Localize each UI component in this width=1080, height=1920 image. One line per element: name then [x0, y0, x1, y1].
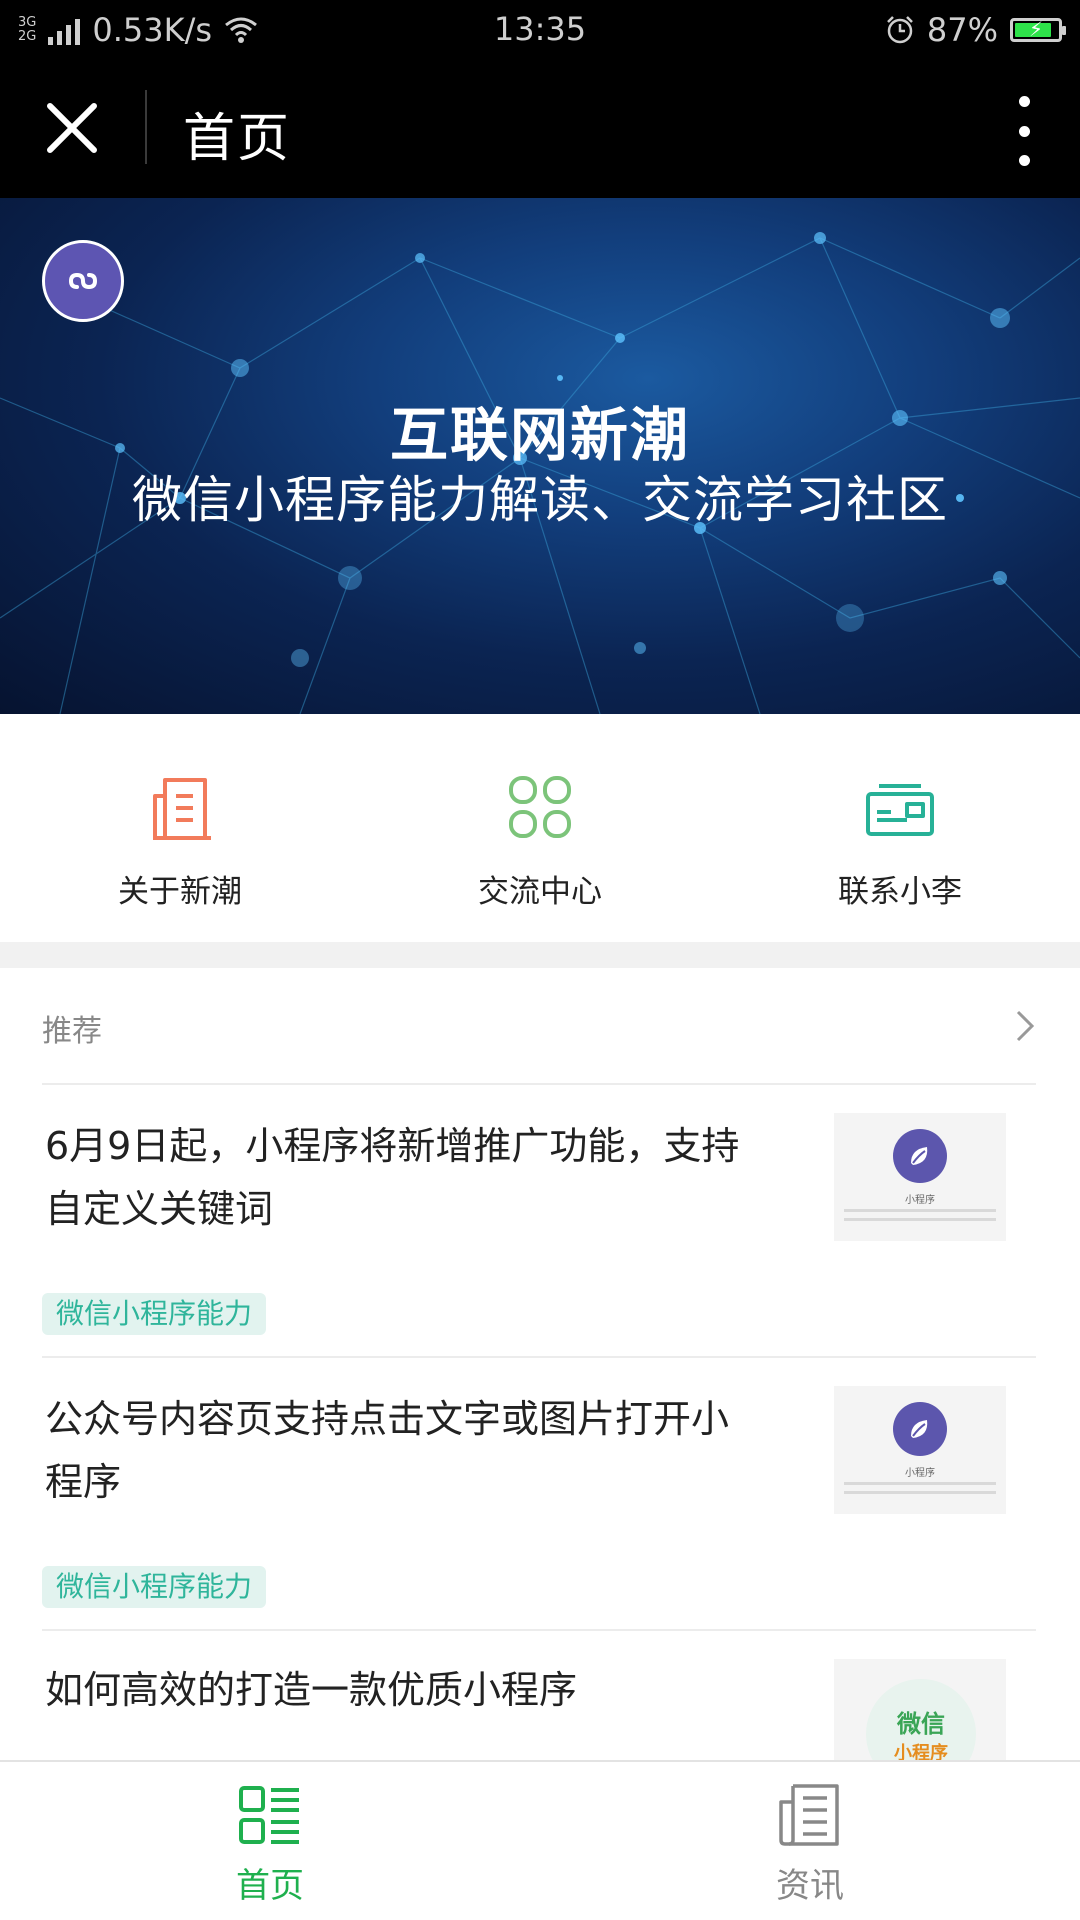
tab-label: 资讯 — [776, 1866, 844, 1906]
charging-icon: ⚡ — [1029, 17, 1044, 41]
article-title: 公众号内容页支持点击文字或图片打开小程序 — [45, 1397, 730, 1504]
thumbnail-text-1: 微信 — [897, 1709, 945, 1738]
newspaper-icon — [779, 1784, 839, 1846]
quick-nav-community[interactable]: 交流中心 — [360, 714, 720, 942]
section-gap — [0, 942, 1080, 968]
status-right: 87% ⚡ — [885, 10, 1066, 50]
banner-subtitle: 微信小程序能力解读、交流学习社区 — [132, 471, 948, 529]
link-icon — [68, 272, 98, 290]
thumbnail-text-lines — [844, 1209, 996, 1227]
quick-nav-label: 联系小李 — [838, 874, 962, 910]
nav-divider — [145, 90, 147, 164]
thumbnail-caption: 小程序 — [905, 1195, 935, 1206]
article-tag[interactable]: 微信小程序能力 — [42, 1293, 267, 1335]
alarm-icon — [886, 16, 913, 44]
more-vertical-icon[interactable] — [1012, 96, 1036, 166]
close-icon[interactable] — [42, 98, 102, 158]
article-tag[interactable]: 微信小程序能力 — [42, 1566, 267, 1608]
mini-program-logo-icon — [893, 1402, 947, 1456]
article-item[interactable]: 如何高效的打造一款优质小程序 微信 小程序 — [0, 1631, 1080, 1760]
article-thumbnail: 小程序 — [834, 1386, 1006, 1514]
tab-home[interactable]: 首页 — [0, 1762, 540, 1920]
thumbnail-text-2: 小程序 — [894, 1742, 948, 1761]
quick-nav-contact[interactable]: 联系小李 — [720, 714, 1080, 942]
article-item[interactable]: 公众号内容页支持点击文字或图片打开小程序 小程序 微信小程序能力 — [0, 1358, 1080, 1630]
article-thumbnail: 小程序 — [834, 1113, 1006, 1241]
article-title: 6月9日起，小程序将新增推广功能，支持自定义关键词 — [45, 1124, 740, 1231]
article-thumbnail: 微信 小程序 — [834, 1659, 1006, 1760]
tab-bar: 首页 资讯 — [0, 1760, 1080, 1920]
banner[interactable]: 互联网新潮 微信小程序能力解读、交流学习社区 — [0, 198, 1080, 714]
list-icon — [239, 1786, 299, 1844]
battery-percent: 87% — [926, 11, 998, 49]
recommend-label: 推荐 — [42, 1014, 102, 1049]
quick-nav-about[interactable]: 关于新潮 — [0, 714, 360, 942]
recommend-header[interactable]: 推荐 — [0, 968, 1080, 1084]
nav-bar: 首页 — [0, 60, 1080, 198]
thumbnail-caption: 小程序 — [905, 1468, 935, 1479]
thumbnail-text-lines — [844, 1482, 996, 1500]
tab-label: 首页 — [236, 1866, 304, 1906]
card-icon — [866, 784, 934, 836]
mini-program-logo-icon — [893, 1129, 947, 1183]
status-bar: 3G 2G 0.53K/s 13:35 87% ⚡ — [0, 0, 1080, 60]
quick-nav-label: 交流中心 — [478, 874, 602, 910]
grid-icon — [509, 776, 571, 838]
chevron-right-icon[interactable] — [1014, 1008, 1036, 1044]
tab-news[interactable]: 资讯 — [540, 1762, 1080, 1920]
battery-icon: ⚡ — [1010, 17, 1066, 42]
page-title: 首页 — [183, 109, 292, 169]
article-title: 如何高效的打造一款优质小程序 — [45, 1668, 578, 1712]
article-item[interactable]: 6月9日起，小程序将新增推广功能，支持自定义关键词 小程序 微信小程序能力 — [0, 1085, 1080, 1357]
building-icon — [153, 778, 211, 840]
quick-nav-label: 关于新潮 — [118, 874, 242, 910]
quick-nav: 关于新潮 交流中心 联系小李 — [0, 714, 1080, 942]
thumbnail-badge: 微信 小程序 — [866, 1679, 976, 1760]
mini-program-icon — [42, 240, 124, 322]
